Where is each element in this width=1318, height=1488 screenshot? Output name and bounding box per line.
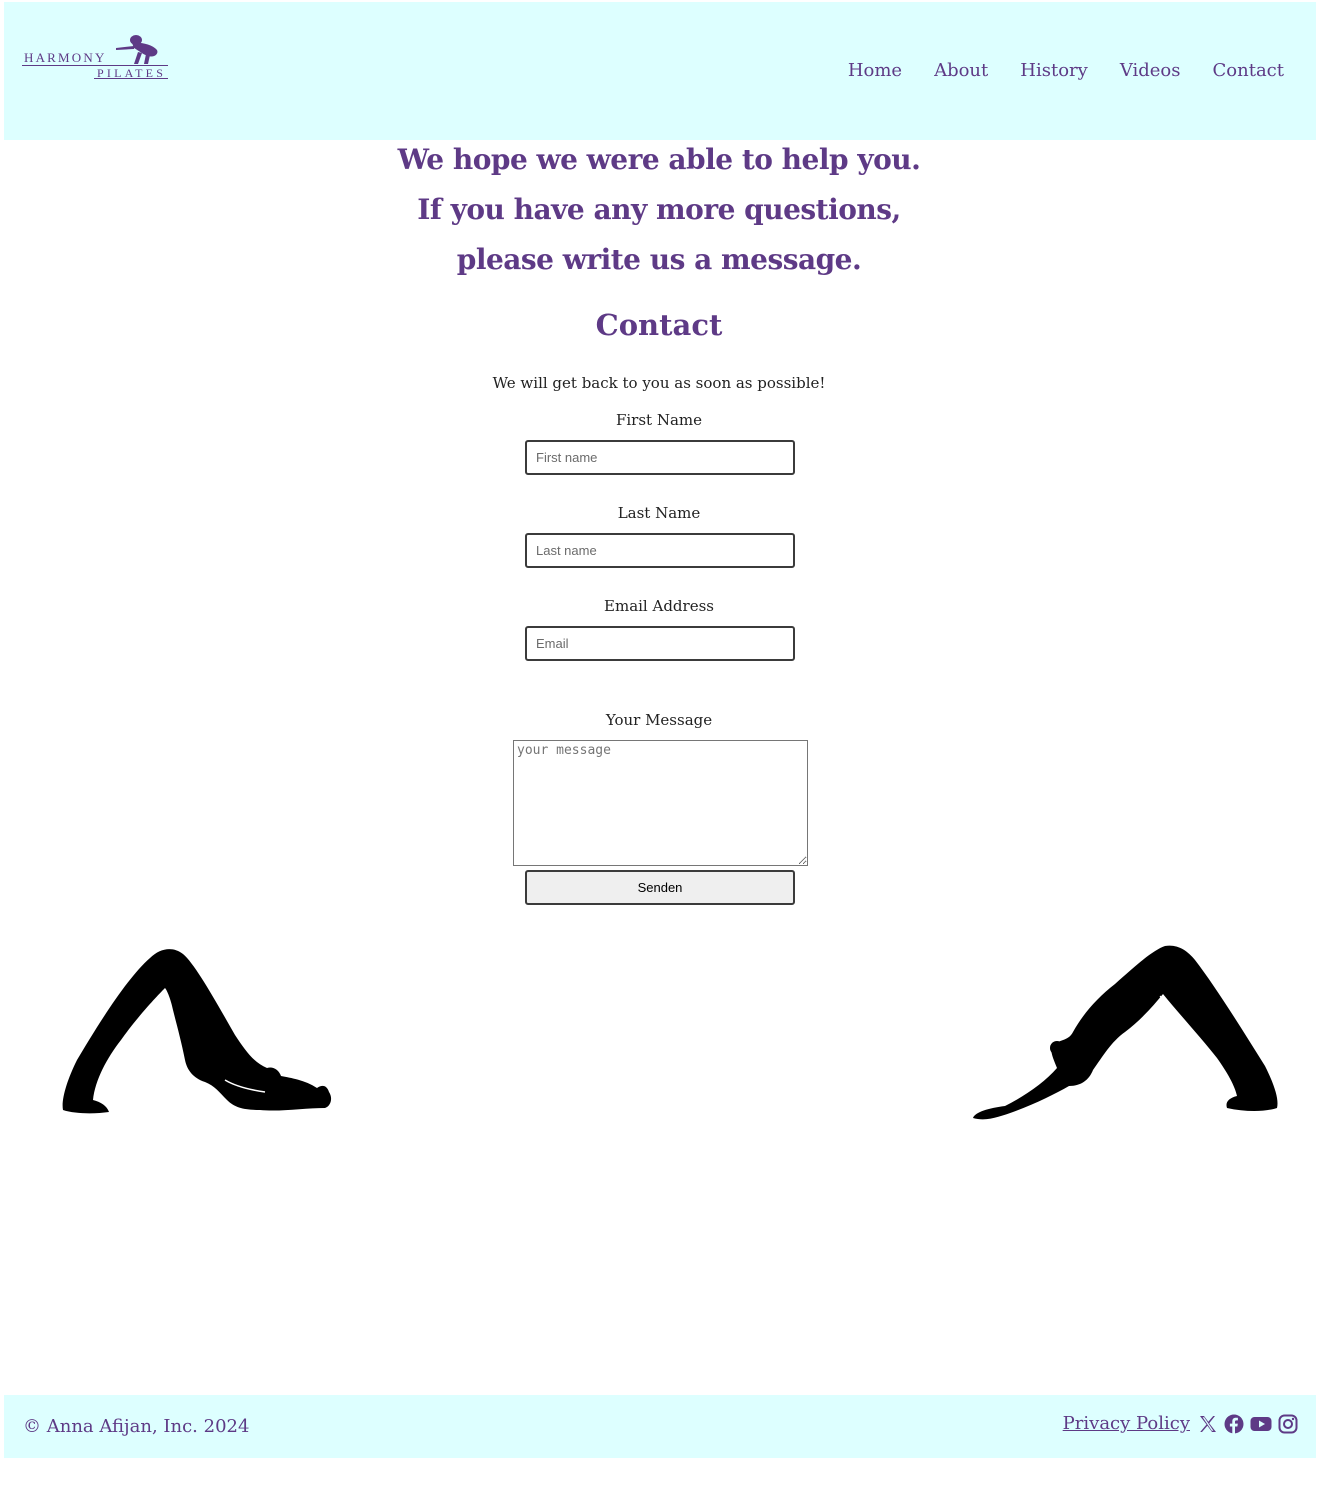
youtube-icon[interactable]	[1250, 1414, 1272, 1434]
yoga-downward-dog-right-icon	[973, 945, 1278, 1120]
footer-links: Privacy Policy	[1063, 1413, 1298, 1434]
copyright-text: © Anna Afijan, Inc. 2024	[23, 1416, 250, 1437]
instagram-icon[interactable]	[1278, 1414, 1298, 1434]
nav-videos[interactable]: Videos	[1120, 60, 1181, 81]
yoga-downward-dog-left-icon	[62, 949, 332, 1114]
site-footer: © Anna Afijan, Inc. 2024 Privacy Policy	[4, 1395, 1316, 1458]
main-nav: Home About History Videos Contact	[848, 60, 1284, 81]
contact-subtitle: We will get back to you as soon as possi…	[492, 374, 826, 392]
submit-button[interactable]: Senden	[525, 870, 795, 905]
harmony-pilates-logo[interactable]: HARMONY PILATES	[22, 32, 172, 82]
contact-title: Contact	[595, 308, 723, 342]
hero-line-3: please write us a message.	[456, 243, 862, 276]
facebook-icon[interactable]	[1224, 1414, 1244, 1434]
email-input[interactable]	[525, 626, 795, 661]
site-header: HARMONY PILATES Home About History Video…	[4, 2, 1316, 140]
hero-line-2: If you have any more questions,	[417, 193, 901, 226]
first-name-label: First Name	[615, 411, 703, 429]
nav-home[interactable]: Home	[848, 60, 902, 81]
last-name-label: Last Name	[617, 504, 701, 522]
nav-about[interactable]: About	[934, 60, 988, 81]
yoga-figure-logo-icon	[116, 35, 158, 64]
page: HARMONY PILATES Home About History Video…	[0, 0, 1318, 1488]
first-name-input[interactable]	[525, 440, 795, 475]
hero-line-1: We hope we were able to help you.	[397, 143, 921, 176]
message-textarea[interactable]	[513, 740, 808, 866]
x-twitter-icon[interactable]	[1198, 1414, 1218, 1434]
email-label: Email Address	[604, 597, 714, 615]
last-name-input[interactable]	[525, 533, 795, 568]
logo-underline	[94, 78, 168, 79]
privacy-policy-link[interactable]: Privacy Policy	[1063, 1413, 1190, 1434]
nav-contact[interactable]: Contact	[1213, 60, 1284, 81]
message-label: Your Message	[605, 711, 713, 729]
nav-history[interactable]: History	[1020, 60, 1088, 81]
logo-text-harmony: HARMONY	[24, 50, 107, 65]
hero-heading: We hope we were able to help you. If you…	[0, 138, 1318, 288]
